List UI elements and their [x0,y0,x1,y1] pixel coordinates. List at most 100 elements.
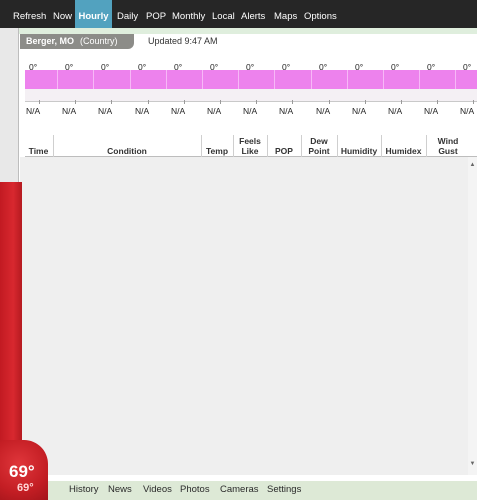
column-header-time[interactable]: Time [25,136,52,156]
pop-bar-divider [130,70,131,89]
pop-bar-divider [274,70,275,89]
nav-photos[interactable]: Photos [180,484,210,495]
column-header-line2: Humidex [385,146,422,156]
hour-wind: N/A [279,106,294,116]
nav-alerts[interactable]: Alerts [241,0,265,28]
axis-tick [39,100,40,104]
column-header-line2: Condition [107,146,147,156]
column-header-temp[interactable]: Temp [201,136,233,156]
column-header-humidex[interactable]: Humidex [381,136,426,156]
axis-tick [437,100,438,104]
pop-bar-divider [455,70,456,89]
nav-options[interactable]: Options [304,0,337,28]
hour-wind: N/A [316,106,331,116]
pop-bar-divider [57,70,58,89]
column-header-line2: Like [241,146,259,156]
top-nav-bar: Refresh Now Hourly Daily POP Monthly Loc… [0,0,477,28]
column-header-humidity[interactable]: Humidity [337,136,381,156]
column-header-line2: Temp [205,146,229,156]
column-header-line1 [201,136,233,146]
nav-history[interactable]: History [69,484,99,495]
hour-wind: N/A [98,106,113,116]
nav-now[interactable]: Now [53,0,72,28]
nav-monthly[interactable]: Monthly [172,0,205,28]
pop-bar-divider [202,70,203,89]
column-header-line2: POP [275,146,293,156]
hour-wind: N/A [460,106,475,116]
pop-bar-divider [311,70,312,89]
column-separator [381,135,382,157]
column-separator [301,135,302,157]
column-separator [267,135,268,157]
column-header-line1: Dew [310,136,328,146]
hour-wind: N/A [207,106,222,116]
axis-tick [75,100,76,104]
axis-tick [365,100,366,104]
pop-bar-divider [238,70,239,89]
hour-wind: N/A [424,106,439,116]
axis-tick [401,100,402,104]
column-separator [53,135,54,157]
column-header-line1 [381,136,426,146]
axis-tick [111,100,112,104]
nav-videos[interactable]: Videos [143,484,172,495]
column-separator [426,135,427,157]
strip-axis [25,101,477,102]
pop-bar-divider [383,70,384,89]
hour-wind: N/A [388,106,403,116]
vertical-scrollbar[interactable] [468,157,477,475]
nav-pop[interactable]: POP [146,0,166,28]
hour-wind: N/A [62,106,77,116]
column-separator [233,135,234,157]
pop-bar-divider [166,70,167,89]
nav-maps[interactable]: Maps [274,0,297,28]
pop-bar-divider [419,70,420,89]
location-region: (Country) [80,36,118,46]
column-separator [201,135,202,157]
hour-wind: N/A [26,106,41,116]
pop-bar-divider [347,70,348,89]
hour-wind: N/A [243,106,258,116]
column-header-line1 [53,136,201,146]
nav-news[interactable]: News [108,484,132,495]
column-header-line1 [267,136,301,146]
column-header-line2: Gust [438,146,458,156]
axis-tick [220,100,221,104]
axis-tick [256,100,257,104]
column-header-line1 [337,136,381,146]
nav-hourly[interactable]: Hourly [75,0,112,28]
pop-bar-divider [93,70,94,89]
nav-refresh[interactable]: Refresh [13,0,46,28]
column-header-condition[interactable]: Condition [53,136,201,156]
axis-tick [148,100,149,104]
axis-tick [292,100,293,104]
axis-tick [473,100,474,104]
feels-like-temperature: 69° [17,482,34,494]
axis-tick [329,100,330,104]
nav-local[interactable]: Local [212,0,235,28]
column-header-line2: Point [308,146,330,156]
column-header-wind-gust[interactable]: Wind Gust [426,136,470,156]
column-header-line1: Feels [239,136,261,146]
column-header-line1: Wind [437,136,459,146]
hourly-table-body[interactable] [20,157,468,475]
column-header-feels-like[interactable]: Feels Like [233,136,267,156]
column-header-pop[interactable]: POP [267,136,301,156]
nav-settings[interactable]: Settings [267,484,301,495]
axis-tick [184,100,185,104]
updated-time: Updated 9:47 AM [148,36,218,46]
nav-daily[interactable]: Daily [117,0,138,28]
hour-wind: N/A [352,106,367,116]
column-header-line2: Time [28,146,49,156]
column-separator [337,135,338,157]
column-header-line1 [25,136,52,146]
column-header-dew-point[interactable]: Dew Point [301,136,337,156]
location-name: Berger, MO [26,36,75,46]
column-header-line2: Humidity [340,146,378,156]
hour-wind: N/A [135,106,150,116]
nav-cameras[interactable]: Cameras [220,484,259,495]
current-temperature: 69° [9,462,35,481]
scroll-down-icon[interactable]: ▼ [468,461,477,467]
scroll-up-icon[interactable]: ▲ [468,162,477,168]
hour-wind: N/A [171,106,186,116]
